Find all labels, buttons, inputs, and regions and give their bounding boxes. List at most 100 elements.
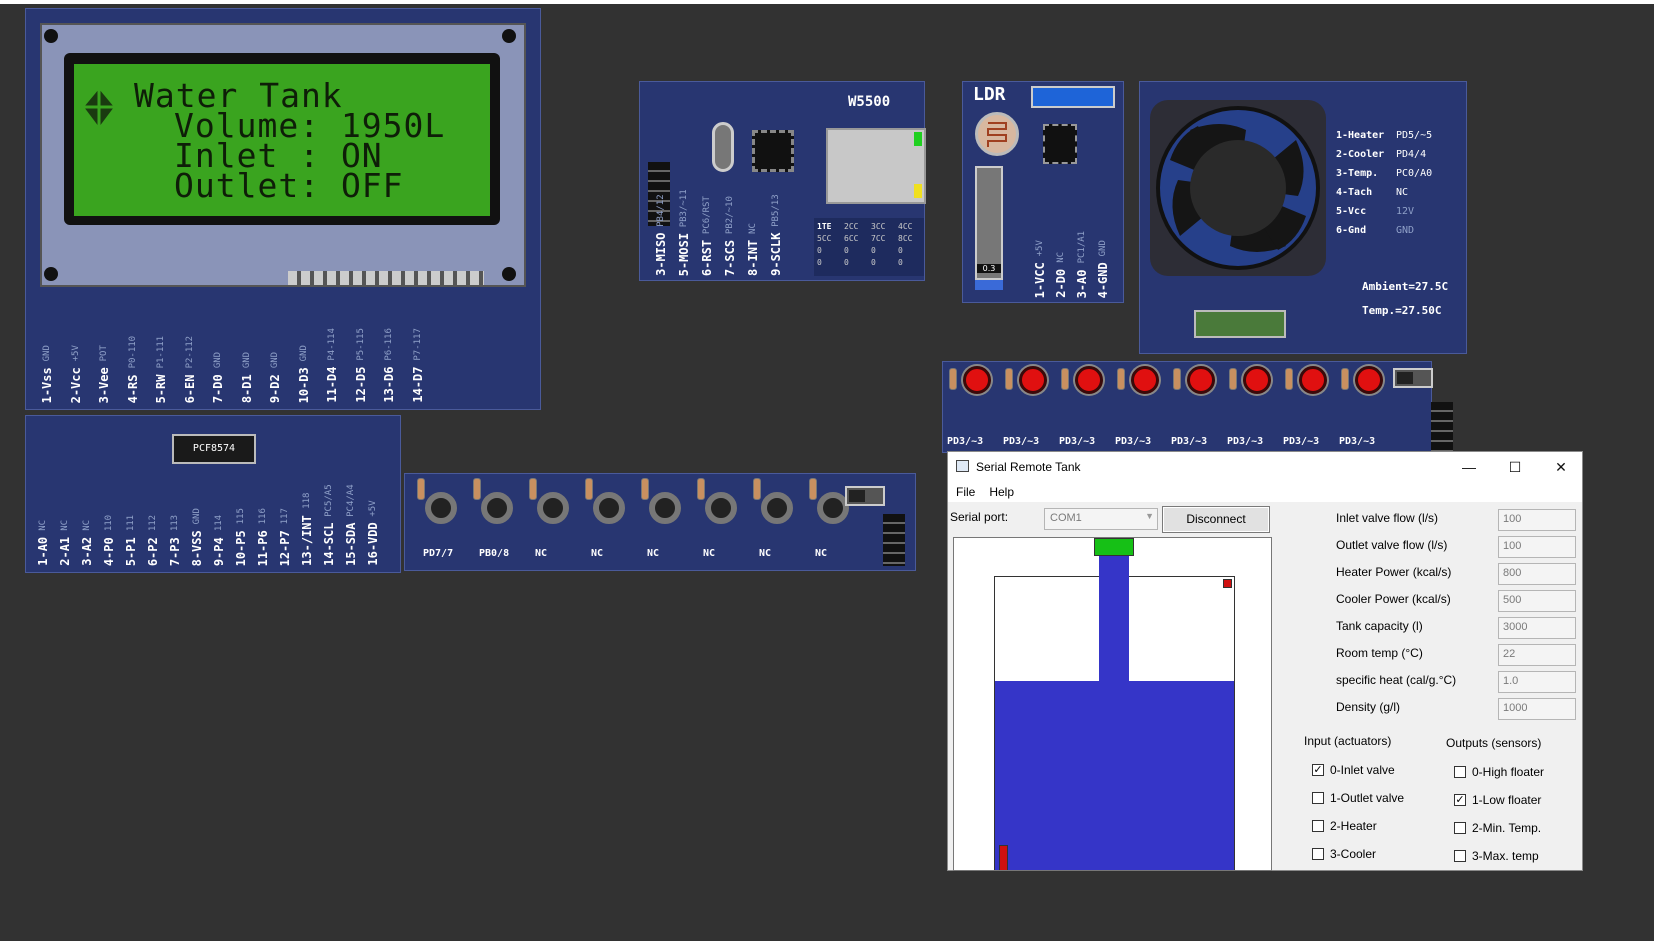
parameter-input[interactable]: 800 <box>1498 563 1576 585</box>
disconnect-button[interactable]: Disconnect <box>1162 506 1270 533</box>
pin-signal: 114 <box>214 514 224 532</box>
ldr-board: LDR 0.3 1-VCC +5V 2-D0 NC 3-A0 PC1/A1 4-GND GND <box>962 81 1124 303</box>
leds-board: PD3/~3 PD3/~3 PD3/~3 PD3/~3 PD3/~3 PD3/~3 PD3/… <box>942 361 1453 454</box>
resistor <box>697 478 705 500</box>
fan-pin-name: 6-Gnd <box>1336 225 1367 236</box>
checkbox-row[interactable]: ✓ 1-Low floater <box>1454 793 1541 807</box>
checkbox-label: 3-Cooler <box>1330 847 1377 861</box>
push-button[interactable] <box>481 492 513 524</box>
checkbox[interactable] <box>1312 820 1324 832</box>
maximize-button[interactable]: ☐ <box>1492 452 1538 482</box>
pin-label: 16-VDD +5V <box>366 500 380 566</box>
pin-signal: GND <box>42 344 52 361</box>
ldr-slider-indicator <box>975 280 1003 290</box>
checkbox[interactable]: ✓ <box>1312 764 1324 776</box>
temp-sensor <box>1194 310 1286 338</box>
parameter-input[interactable]: 500 <box>1498 590 1576 612</box>
button-label: NC <box>703 548 716 559</box>
pin-name: 11-P6 <box>256 529 270 566</box>
push-button[interactable] <box>705 492 737 524</box>
slide-switch[interactable] <box>1393 368 1433 388</box>
pin-signal: +5V <box>368 500 378 517</box>
checkbox-row[interactable]: 1-Outlet valve <box>1312 791 1404 805</box>
push-button[interactable] <box>761 492 793 524</box>
pin-label: 4-GND GND <box>1096 240 1110 298</box>
pin-label: 14-D7 P7-117 <box>411 328 425 403</box>
resistor <box>585 478 593 500</box>
light-slider[interactable] <box>975 166 1003 280</box>
checkbox-row[interactable]: 3-Cooler <box>1312 847 1376 861</box>
checkbox-row[interactable]: 2-Min. Temp. <box>1454 821 1541 835</box>
checkbox-row[interactable]: 3-Max. temp <box>1454 849 1539 863</box>
parameter-input[interactable]: 1000 <box>1498 698 1576 720</box>
checkbox-row[interactable]: 0-High floater <box>1454 765 1544 779</box>
pin-name: 6-RST <box>700 239 714 276</box>
pin-signal: 117 <box>280 507 290 524</box>
fan-pin-name: 5-Vcc <box>1336 206 1367 217</box>
checkbox-row[interactable]: 2-Heater <box>1312 819 1377 833</box>
parameter-label: Tank capacity (l) <box>1336 619 1423 633</box>
pin-name: 7-SCS <box>723 239 737 276</box>
led-indicator <box>963 366 991 394</box>
parameter-input[interactable]: 3000 <box>1498 617 1576 639</box>
title-bar: Serial Remote Tank — ☐ ✕ <box>948 452 1582 482</box>
checkbox[interactable] <box>1454 822 1466 834</box>
pin-label: 3-MISO PB4/12 <box>654 194 668 276</box>
tank-water <box>995 681 1234 870</box>
socket-table-cell: 8CC <box>898 234 913 243</box>
led-label: PD3/~3 <box>1227 436 1264 447</box>
pin-signal: GND <box>1098 239 1108 256</box>
menu-file[interactable]: File <box>956 485 975 499</box>
close-button[interactable]: ✕ <box>1538 452 1584 482</box>
checkbox[interactable] <box>1312 848 1324 860</box>
window-title: Serial Remote Tank <box>976 460 1081 474</box>
pin-name: 10-D3 <box>296 366 311 403</box>
tank-canvas <box>953 537 1272 871</box>
pin-name: 3-MISO <box>654 232 668 276</box>
pin-signal: NC <box>1056 252 1066 264</box>
pin-signal: 113 <box>170 514 180 532</box>
push-button[interactable] <box>537 492 569 524</box>
parameter-label: Heater Power (kcal/s) <box>1336 565 1452 579</box>
button-label: NC <box>759 548 772 559</box>
socket-table-cell: 0 <box>844 246 849 255</box>
push-button[interactable] <box>649 492 681 524</box>
pin-label: 12-D5 P5-115 <box>354 328 368 403</box>
lcd-board: Water Tank Volume: 1950L Inlet : ON Outl… <box>25 8 541 410</box>
resistor <box>1005 368 1013 390</box>
pin-label: 1-VCC +5V <box>1033 240 1047 298</box>
parameter-input[interactable]: 100 <box>1498 509 1576 531</box>
pin-signal: NC <box>748 223 758 234</box>
pin-name: 2-Vcc <box>68 366 83 403</box>
parameter-input[interactable]: 1.0 <box>1498 671 1576 693</box>
slide-switch[interactable] <box>845 486 885 506</box>
menu-help[interactable]: Help <box>989 485 1014 499</box>
pin-label: 9-P4 114 <box>212 515 226 566</box>
checkbox-row[interactable]: ✓ 0-Inlet valve <box>1312 763 1395 777</box>
checkbox[interactable] <box>1454 850 1466 862</box>
minimize-button[interactable]: — <box>1446 452 1492 482</box>
pin-label: 5-RW P1-111 <box>154 336 168 403</box>
push-button[interactable] <box>593 492 625 524</box>
fan-pin-signal: 12V <box>1396 206 1415 217</box>
potentiometer[interactable] <box>1031 86 1115 108</box>
pin-label: 9-D2 GND <box>268 352 282 403</box>
socket-table-cell: 6CC <box>844 234 859 243</box>
parameter-input[interactable]: 100 <box>1498 536 1576 558</box>
led-label: PD3/~3 <box>1339 436 1376 447</box>
checkbox[interactable] <box>1454 766 1466 778</box>
serial-port-select[interactable]: COM1 ▼ <box>1044 508 1158 530</box>
checkbox[interactable]: ✓ <box>1454 794 1466 806</box>
resistor <box>949 368 957 390</box>
button-label: PD7/7 <box>423 548 454 559</box>
pin-signal: PC5/A5 <box>324 484 334 517</box>
mount-hole <box>44 29 58 43</box>
button-label: NC <box>535 548 548 559</box>
push-button[interactable] <box>425 492 457 524</box>
socket-table-cell: 7CC <box>871 234 886 243</box>
fan-board: 1-Heater PD5/~5 2-Cooler PD4/4 3-Temp. PC0/A0… <box>1139 81 1467 354</box>
pin-name: 4-P0 <box>102 537 116 566</box>
checkbox[interactable] <box>1312 792 1324 804</box>
parameter-input[interactable]: 22 <box>1498 644 1576 666</box>
socket-table-cell: 4CC <box>898 222 913 231</box>
